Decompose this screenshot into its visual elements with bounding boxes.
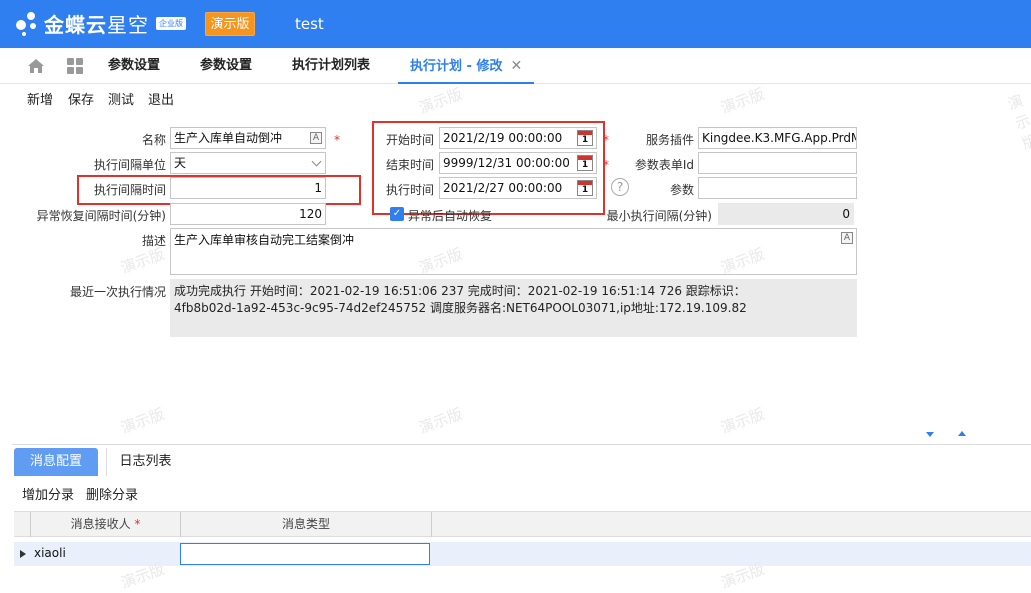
delete-entry-button[interactable]: 删除分录 xyxy=(86,484,138,503)
name-field[interactable]: 生产入库单自动倒冲 A xyxy=(170,127,326,149)
col-type[interactable]: 消息类型 xyxy=(180,512,431,537)
calendar-icon[interactable]: 1 xyxy=(577,155,593,171)
required-mark: * xyxy=(603,158,609,172)
param-label: 参数 xyxy=(669,183,694,197)
name-label: 名称 xyxy=(141,133,166,147)
plugin-field[interactable]: Kingdee.K3.MFG.App.PrdM xyxy=(698,127,857,149)
tab-bar: 参数设置 参数设置 执行计划列表 执行计划 - 修改 ✕ xyxy=(0,48,1031,84)
multilang-icon[interactable]: A xyxy=(841,232,853,244)
required-mark: * xyxy=(334,133,340,147)
watermark: 演示版 xyxy=(718,404,767,438)
last-exec-info: 成功完成执行 开始时间：2021-02-19 16:51:06 237 完成时间… xyxy=(170,279,857,337)
start-time-label: 开始时间 xyxy=(385,133,434,147)
param-form-field[interactable] xyxy=(698,152,857,174)
row-receiver[interactable]: xiaoli xyxy=(34,546,66,560)
tab-log-list[interactable]: 日志列表 xyxy=(106,448,184,476)
watermark: 演示版 xyxy=(1005,91,1031,153)
tab-param-settings-2[interactable]: 参数设置 xyxy=(200,48,252,84)
interval-unit-select[interactable]: 天 xyxy=(170,152,326,174)
description-field[interactable]: 生产入库单审核自动完工结案倒冲 A xyxy=(170,228,857,275)
required-mark: * xyxy=(603,133,609,147)
highlight-box-interval xyxy=(77,175,361,205)
param-field[interactable] xyxy=(698,177,857,199)
new-button[interactable]: 新增 xyxy=(27,89,53,108)
description-value: 生产入库单审核自动完工结案倒冲 xyxy=(174,233,355,247)
auto-recover-label: 异常后自动恢复 xyxy=(408,209,493,223)
end-time-label: 结束时间 xyxy=(385,158,434,172)
watermark: 演示版 xyxy=(718,84,767,118)
col-receiver[interactable]: 消息接收人 * xyxy=(30,512,180,537)
error-recover-field[interactable]: 120 xyxy=(170,203,326,225)
exit-button[interactable]: 退出 xyxy=(148,89,174,108)
table-row[interactable]: xiaoli xyxy=(14,542,1031,566)
tab-message-config[interactable]: 消息配置 xyxy=(14,448,98,476)
exec-time-value: 2021/2/27 00:00:00 xyxy=(443,181,563,195)
start-time-value: 2021/2/19 00:00:00 xyxy=(443,131,563,145)
watermark: 演示版 xyxy=(118,404,167,438)
save-button[interactable]: 保存 xyxy=(68,89,94,108)
calendar-icon[interactable]: 1 xyxy=(577,130,593,146)
app-grid-icon[interactable] xyxy=(67,58,83,74)
chevron-down-icon xyxy=(311,156,322,167)
exec-time-field[interactable]: 2021/2/27 00:00:00 1 xyxy=(439,177,597,199)
last-exec-line-1: 成功完成执行 开始时间：2021-02-19 16:51:06 237 完成时间… xyxy=(174,284,746,298)
tab-plan-list[interactable]: 执行计划列表 xyxy=(292,48,370,84)
end-time-field[interactable]: 9999/12/31 00:00:00 1 xyxy=(439,152,597,174)
min-interval-field: 0 xyxy=(718,203,854,225)
col-receiver-label: 消息接收人 xyxy=(70,517,131,531)
calendar-icon[interactable]: 1 xyxy=(577,180,593,196)
add-entry-button[interactable]: 增加分录 xyxy=(22,484,74,503)
start-time-field[interactable]: 2021/2/19 00:00:00 1 xyxy=(439,127,597,149)
calendar-day: 1 xyxy=(581,135,589,145)
tab-param-settings-1[interactable]: 参数设置 xyxy=(108,48,160,84)
brand-name: 金蝶云星空 xyxy=(44,13,149,37)
edition-badge: 企业版 xyxy=(156,17,186,30)
calendar-day: 1 xyxy=(581,185,589,195)
tab-plan-edit-label: 执行计划 - 修改 xyxy=(410,59,503,74)
plugin-label: 服务插件 xyxy=(645,133,694,147)
name-value: 生产入库单自动倒冲 xyxy=(174,131,283,145)
test-button[interactable]: 测试 xyxy=(108,89,134,108)
home-icon[interactable] xyxy=(27,58,45,74)
multilang-icon[interactable]: A xyxy=(310,132,322,144)
interval-unit-value: 天 xyxy=(174,156,187,170)
required-mark: * xyxy=(134,517,141,531)
close-icon[interactable]: ✕ xyxy=(510,58,522,74)
exec-time-label: 执行时间 xyxy=(385,183,434,197)
end-time-value: 9999/12/31 00:00:00 xyxy=(443,156,570,170)
calendar-day: 1 xyxy=(581,160,589,170)
app-title: test xyxy=(295,15,324,33)
error-recover-label: 异常恢复间隔时间(分钟) xyxy=(36,209,166,223)
min-interval-label: 最小执行间隔(分钟) xyxy=(606,209,712,223)
description-label: 描述 xyxy=(141,234,166,248)
kingdee-logo-icon xyxy=(14,10,40,36)
row-pointer-icon xyxy=(20,550,26,558)
watermark: 演示版 xyxy=(416,84,465,118)
top-bar: 金蝶云星空 企业版 演示版 test xyxy=(0,0,1031,48)
param-form-label: 参数表单Id xyxy=(634,158,694,172)
col-divider xyxy=(431,512,432,537)
interval-unit-label: 执行间隔单位 xyxy=(93,158,166,172)
expand-up-icon[interactable] xyxy=(958,431,966,436)
collapse-down-icon[interactable] xyxy=(926,432,934,437)
last-exec-label: 最近一次执行情况 xyxy=(69,285,166,299)
last-exec-line-2: 4fb8b02d-1a92-453c-9c95-74d2ef245752 调度服… xyxy=(174,301,747,315)
tab-plan-edit[interactable]: 执行计划 - 修改 ✕ xyxy=(398,48,535,84)
auto-recover-checkbox[interactable]: ✓ xyxy=(390,207,404,221)
entry-table-header: 消息接收人 * 消息类型 xyxy=(14,511,1031,537)
watermark: 演示版 xyxy=(416,404,465,438)
demo-button[interactable]: 演示版 xyxy=(205,12,255,36)
row-type-input[interactable] xyxy=(180,543,430,565)
